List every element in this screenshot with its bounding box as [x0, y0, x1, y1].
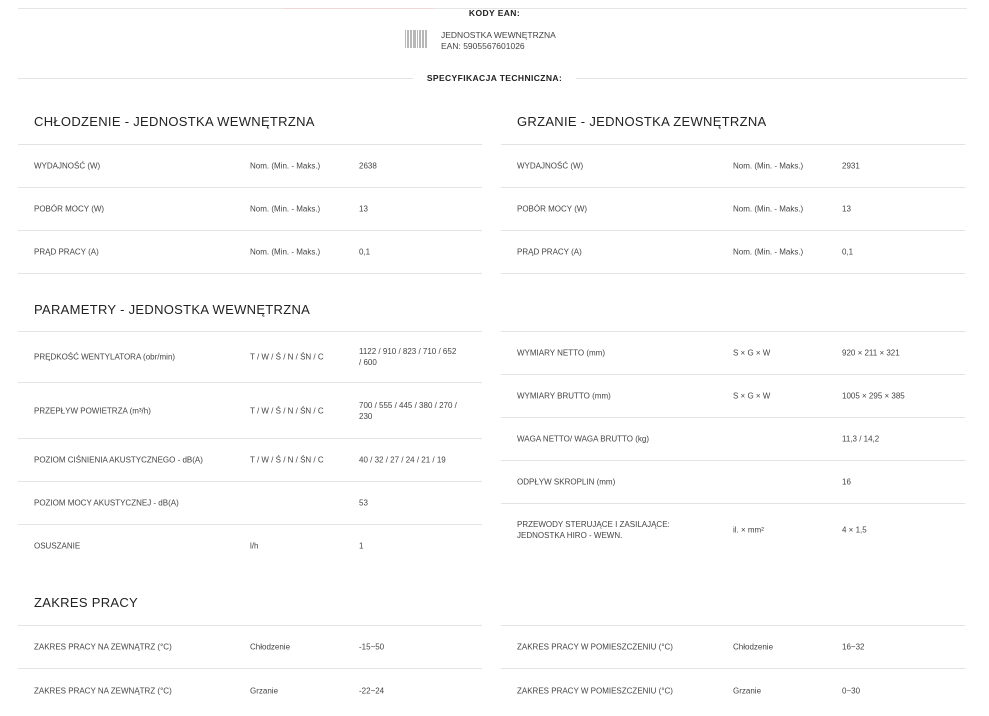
row-mode: l/h: [250, 541, 259, 551]
row-label: POBÓR MOCY (W): [517, 204, 588, 214]
row-value: 0~30: [842, 686, 861, 696]
table-row: PRZEWODY STERUJĄCE I ZASILAJĄCE: JEDNOST…: [501, 503, 965, 556]
row-mode: T / W / Ś / N / ŚN / C: [250, 406, 324, 415]
table-range-right: ZAKRES PRACY W POMIESZCZENIU (°C) Chłodz…: [501, 625, 965, 713]
row-label: PRĄD PRACY (A): [517, 247, 582, 257]
table-range-left: ZAKRES PRACY NA ZEWNĄTRZ (°C) Chłodzenie…: [18, 625, 482, 713]
row-mode: T / W / Ś / N / ŚN / C: [250, 352, 324, 362]
row-label: POZIOM MOCY AKUSTYCZNEJ - dB(A): [34, 498, 179, 508]
ean-entry: JEDNOSTKA WEWNĘTRZNA EAN: 5905567601026: [405, 30, 556, 52]
row-mode: Nom. (Min. - Maks.): [250, 247, 321, 257]
row-mode: Grzanie: [733, 686, 762, 696]
row-label: WAGA NETTO/ WAGA BRUTTO (kg): [517, 434, 650, 444]
section-title-range: ZAKRES PRACY: [34, 595, 139, 610]
row-value: 1005 × 295 × 385: [842, 391, 905, 401]
row-label: WYMIARY NETTO (mm): [517, 348, 605, 358]
table-row: WYMIARY BRUTTO (mm) S × G × W 1005 × 295…: [501, 374, 965, 417]
row-value: 13: [359, 204, 368, 214]
row-mode: Nom. (Min. - Maks.): [733, 204, 804, 214]
table-row: WYMIARY NETTO (mm) S × G × W 920 × 211 ×…: [501, 331, 965, 374]
table-params-left: PRĘDKOŚĆ WENTYLATORA (obr/min) T / W / Ś…: [18, 331, 482, 567]
row-value: 700 / 555 / 445 / 380 / 270 / 230: [359, 400, 457, 421]
row-label: ZAKRES PRACY W POMIESZCZENIU (°C): [517, 642, 673, 652]
row-mode: Chłodzenie: [733, 642, 774, 652]
row-label: WYMIARY BRUTTO (mm): [517, 391, 611, 401]
table-row: POBÓR MOCY (W) Nom. (Min. - Maks.) 13: [18, 187, 482, 230]
row-label: ZAKRES PRACY NA ZEWNĄTRZ (°C): [34, 642, 172, 652]
table-row: ZAKRES PRACY NA ZEWNĄTRZ (°C) Grzanie -2…: [18, 668, 482, 713]
row-value: 2638: [359, 161, 377, 171]
table-row: PRĄD PRACY (A) Nom. (Min. - Maks.) 0,1: [501, 230, 965, 274]
table-row: POZIOM MOCY AKUSTYCZNEJ - dB(A) 53: [18, 481, 482, 524]
table-row: WYDAJNOŚĆ (W) Nom. (Min. - Maks.) 2638: [18, 144, 482, 187]
row-value: 16~32: [842, 642, 865, 652]
section-title-heating-outdoor: GRZANIE - JEDNOSTKA ZEWNĘTRZNA: [517, 114, 767, 129]
table-row: WYDAJNOŚĆ (W) Nom. (Min. - Maks.) 2931: [501, 144, 965, 187]
table-row: PRĘDKOŚĆ WENTYLATORA (obr/min) T / W / Ś…: [18, 331, 482, 382]
table-row: WAGA NETTO/ WAGA BRUTTO (kg) 11,3 / 14,2: [501, 417, 965, 460]
row-value: 0,1: [359, 247, 371, 257]
row-value: 2931: [842, 161, 860, 171]
row-value: 16: [842, 477, 851, 487]
table-row: PRĄD PRACY (A) Nom. (Min. - Maks.) 0,1: [18, 230, 482, 274]
row-value: 4 × 1,5: [842, 525, 867, 535]
row-mode: Chłodzenie: [250, 642, 291, 652]
row-mode: Grzanie: [250, 686, 279, 696]
section-title-cooling-indoor: CHŁODZENIE - JEDNOSTKA WEWNĘTRZNA: [34, 114, 315, 129]
table-row: ODPŁYW SKROPLIN (mm) 16: [501, 460, 965, 503]
ean-unit-name: JEDNOSTKA WEWNĘTRZNA: [441, 30, 556, 40]
table-row: ZAKRES PRACY NA ZEWNĄTRZ (°C) Chłodzenie…: [18, 625, 482, 668]
row-value: 920 × 211 × 321: [842, 348, 900, 358]
table-params-right: WYMIARY NETTO (mm) S × G × W 920 × 211 ×…: [501, 331, 965, 556]
row-value: 40 / 32 / 27 / 24 / 21 / 19: [359, 455, 446, 465]
row-mode: Nom. (Min. - Maks.): [733, 161, 804, 171]
row-mode: Nom. (Min. - Maks.): [250, 204, 321, 214]
spec-heading: SPECYFIKACJA TECHNICZNA:: [0, 73, 989, 83]
row-value: 1: [359, 541, 364, 551]
table-row: POZIOM CIŚNIENIA AKUSTYCZNEGO - dB(A) T …: [18, 438, 482, 481]
row-value: -22~24: [359, 686, 385, 696]
row-mode: Nom. (Min. - Maks.): [250, 161, 321, 171]
row-label: PRZEWODY STERUJĄCE I ZASILAJĄCE: JEDNOST…: [517, 520, 670, 540]
row-label: PRZEPŁYW POWIETRZA (m³/h): [34, 406, 151, 415]
table-cooling-indoor: WYDAJNOŚĆ (W) Nom. (Min. - Maks.) 2638 P…: [18, 144, 482, 274]
row-mode: T / W / Ś / N / ŚN / C: [250, 455, 324, 465]
row-label: ZAKRES PRACY W POMIESZCZENIU (°C): [517, 686, 673, 696]
section-title-params-indoor: PARAMETRY - JEDNOSTKA WEWNĘTRZNA: [34, 302, 311, 317]
row-mode: S × G × W: [733, 391, 771, 401]
table-row: OSUSZANIE l/h 1: [18, 524, 482, 567]
row-label: POBÓR MOCY (W): [34, 204, 105, 214]
row-label: PRĄD PRACY (A): [34, 247, 99, 257]
row-label: OSUSZANIE: [34, 541, 81, 551]
row-value: 53: [359, 498, 368, 508]
barcode-icon: [405, 30, 427, 48]
table-heating-outdoor: WYDAJNOŚĆ (W) Nom. (Min. - Maks.) 2931 P…: [501, 144, 965, 274]
row-value: 0,1: [842, 247, 854, 257]
row-label: PRĘDKOŚĆ WENTYLATORA (obr/min): [34, 352, 176, 362]
ean-code: EAN: 5905567601026: [441, 41, 525, 51]
table-row: PRZEPŁYW POWIETRZA (m³/h) T / W / Ś / N …: [18, 382, 482, 438]
row-value: 11,3 / 14,2: [842, 434, 880, 444]
row-value: 1122 / 910 / 823 / 710 / 652 / 600: [359, 347, 457, 367]
row-label: ZAKRES PRACY NA ZEWNĄTRZ (°C): [34, 686, 172, 696]
ean-heading: KODY EAN:: [468, 8, 521, 18]
row-label: ODPŁYW SKROPLIN (mm): [517, 477, 616, 487]
row-mode: il. × mm²: [733, 525, 764, 535]
table-row: POBÓR MOCY (W) Nom. (Min. - Maks.) 13: [501, 187, 965, 230]
row-mode: S × G × W: [733, 348, 771, 358]
row-label: WYDAJNOŚĆ (W): [34, 161, 101, 171]
row-value: -15~50: [359, 642, 385, 652]
row-value: 13: [842, 204, 851, 214]
row-label: WYDAJNOŚĆ (W): [517, 161, 584, 171]
table-row: ZAKRES PRACY W POMIESZCZENIU (°C) Grzani…: [501, 668, 965, 713]
row-label: POZIOM CIŚNIENIA AKUSTYCZNEGO - dB(A): [34, 455, 203, 465]
table-row: ZAKRES PRACY W POMIESZCZENIU (°C) Chłodz…: [501, 625, 965, 668]
row-mode: Nom. (Min. - Maks.): [733, 247, 804, 257]
